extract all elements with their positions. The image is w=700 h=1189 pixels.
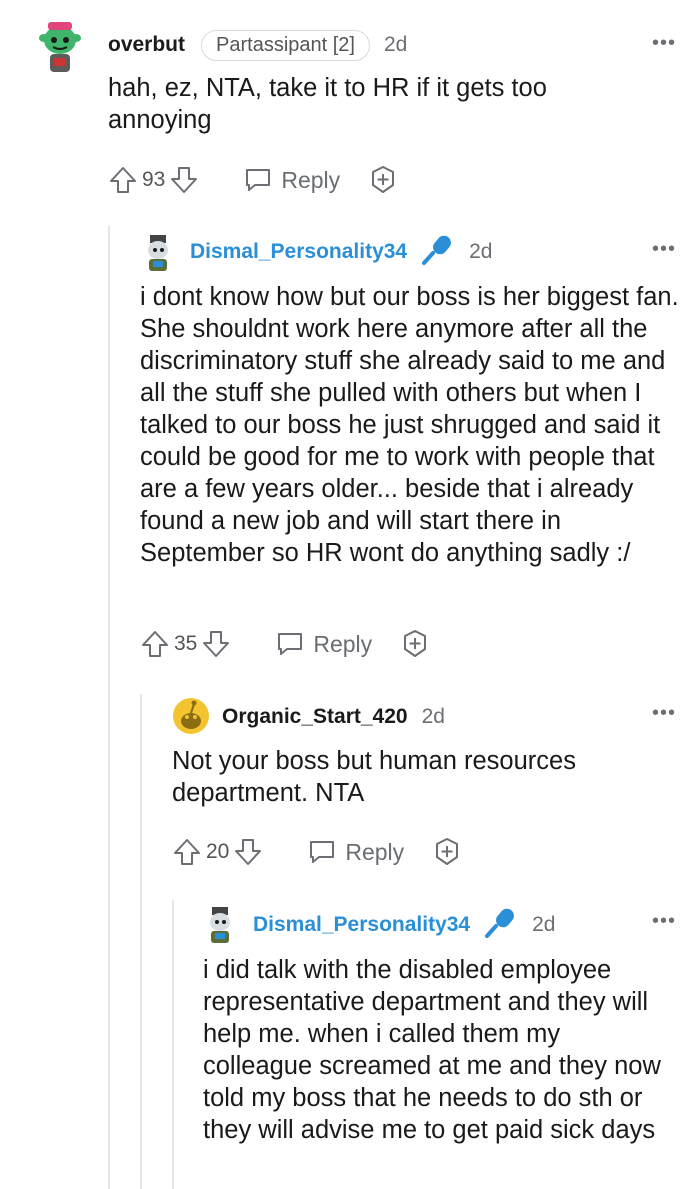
comment-body: hah, ez, NTA, take it to HR if it gets t… <box>108 74 547 134</box>
timestamp: 2d <box>532 913 556 936</box>
comment-body: i dont know how but our boss is her bigg… <box>140 283 679 567</box>
username[interactable]: Dismal_Personality34 <box>253 913 470 937</box>
timestamp: 2d <box>469 240 493 263</box>
upvote-icon[interactable] <box>172 837 202 867</box>
upvote-icon[interactable] <box>108 165 138 195</box>
award-icon[interactable] <box>368 165 398 195</box>
award-icon[interactable] <box>432 837 462 867</box>
username[interactable]: overbut <box>108 33 185 57</box>
reply-label: Reply <box>345 838 405 865</box>
comment-actions: 35 Reply <box>140 624 430 664</box>
avatar[interactable] <box>172 697 210 735</box>
avatar[interactable] <box>206 905 234 945</box>
upvote-icon[interactable] <box>140 629 170 659</box>
thread-line-level1 <box>108 226 110 1189</box>
timestamp: 2d <box>383 33 408 56</box>
microphone-icon <box>421 233 455 272</box>
thread-line-level2 <box>140 694 142 1189</box>
reply-label: Reply <box>281 166 341 193</box>
comment-actions: 93 Reply <box>108 160 398 200</box>
timestamp: 2d <box>421 705 445 728</box>
more-options-icon[interactable]: ••• <box>652 910 676 933</box>
microphone-icon <box>484 906 518 945</box>
vote-count: 20 <box>206 840 230 863</box>
reply-button[interactable]: Reply <box>275 630 372 658</box>
comment-body: Not your boss but human resources depart… <box>172 747 576 807</box>
more-options-icon[interactable]: ••• <box>652 32 676 55</box>
award-icon[interactable] <box>400 629 430 659</box>
reply-button[interactable]: Reply <box>307 838 404 866</box>
reply-icon <box>307 838 337 866</box>
reply-label: Reply <box>313 630 373 657</box>
thread-line-level3 <box>172 900 174 1189</box>
avatar[interactable] <box>144 233 172 273</box>
vote-count: 93 <box>142 168 166 191</box>
downvote-icon[interactable] <box>201 629 231 659</box>
reply-icon <box>243 166 273 194</box>
reply-button[interactable]: Reply <box>243 166 340 194</box>
avatar[interactable] <box>38 16 82 76</box>
username[interactable]: Organic_Start_420 <box>222 705 408 729</box>
more-options-icon[interactable]: ••• <box>652 238 676 261</box>
downvote-icon[interactable] <box>169 165 199 195</box>
comment-actions: 20 Reply <box>172 832 462 872</box>
reply-icon <box>275 630 305 658</box>
comment-body: i did talk with the disabled employee re… <box>203 956 661 1144</box>
more-options-icon[interactable]: ••• <box>652 702 676 725</box>
downvote-icon[interactable] <box>233 837 263 867</box>
vote-count: 35 <box>174 632 198 655</box>
username[interactable]: Dismal_Personality34 <box>190 240 407 264</box>
user-flair: Partassipant [2] <box>201 29 370 61</box>
